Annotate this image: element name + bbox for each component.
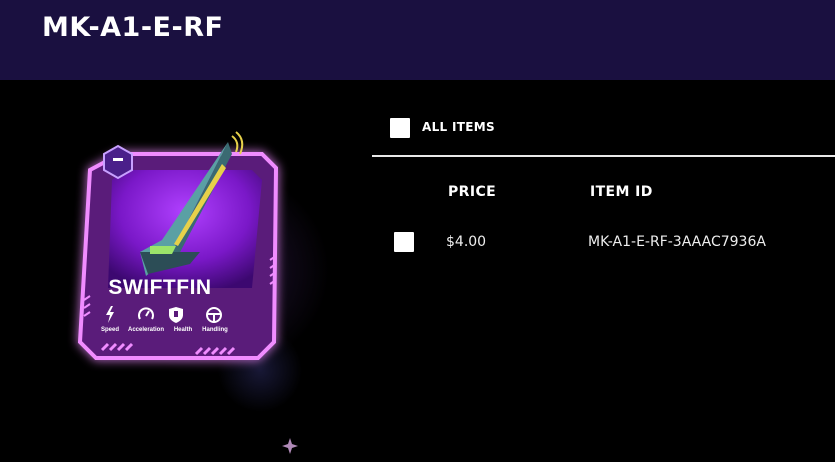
item-card: SWIFTFIN Speed Acceleration Health Handl… xyxy=(77,131,298,454)
row-item-id: MK-A1-E-RF-3AAAC7936A xyxy=(588,234,766,250)
card-name: SWIFTFIN xyxy=(108,276,211,299)
row-select-checkbox[interactable] xyxy=(394,232,414,252)
all-items-checkbox[interactable] xyxy=(390,118,410,138)
row-price: $4.00 xyxy=(446,234,487,250)
items-panel: ALL ITEMS PRICE ITEM ID $4.00 MK-A1-E-RF… xyxy=(372,80,835,462)
page-title: MK-A1-E-RF xyxy=(42,12,224,43)
stat-label-handling: Handling xyxy=(202,327,228,333)
all-items-label: ALL ITEMS xyxy=(422,120,495,134)
column-header-item-id: ITEM ID xyxy=(590,184,653,200)
divider xyxy=(372,155,835,157)
item-artwork: SWIFTFIN Speed Acceleration Health Handl… xyxy=(0,80,372,462)
column-header-price: PRICE xyxy=(448,184,497,200)
stat-label-speed: Speed xyxy=(101,327,119,333)
sparkle-decoration xyxy=(282,438,298,454)
rarity-badge xyxy=(103,144,133,180)
stat-label-acceleration: Acceleration xyxy=(128,327,164,333)
stat-label-health: Health xyxy=(174,327,193,333)
top-bar: MK-A1-E-RF xyxy=(0,0,835,80)
